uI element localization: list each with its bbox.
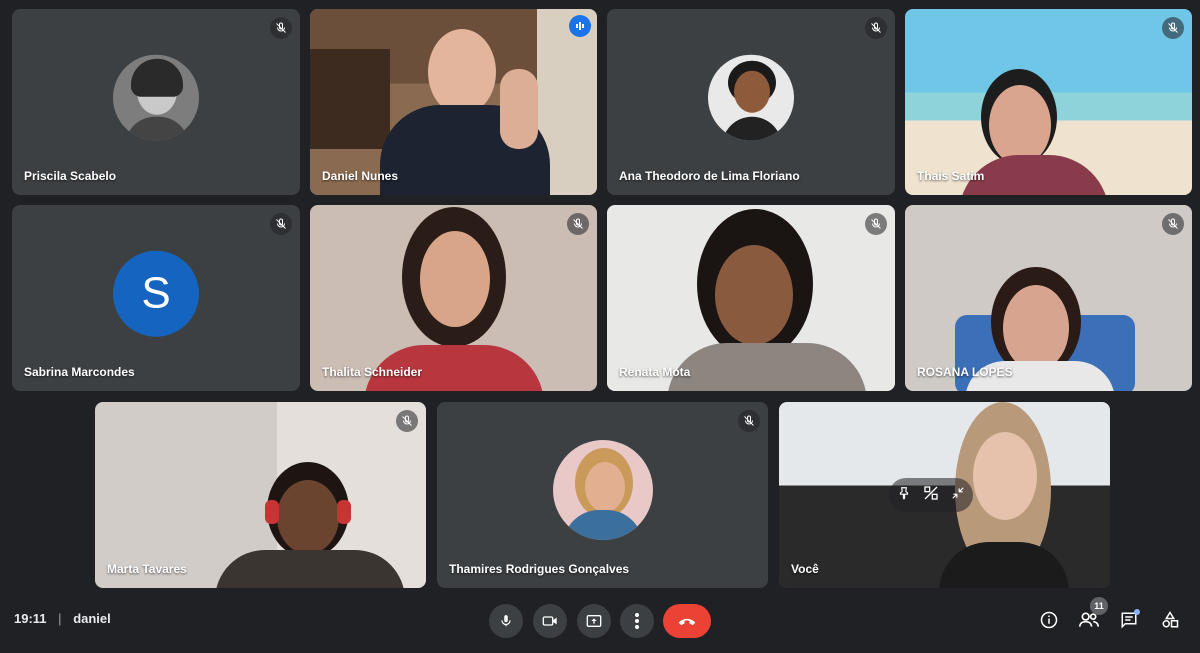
more-vertical-icon — [635, 613, 639, 629]
separator: | — [58, 611, 62, 626]
minimize-icon[interactable] — [951, 486, 965, 505]
participant-name: Renata Mota — [619, 365, 691, 379]
mic-off-icon — [270, 17, 292, 39]
activities-shapes-icon — [1162, 611, 1179, 628]
mic-off-icon — [865, 17, 887, 39]
bottom-toolbar: 19:11 | daniel 11 — [0, 591, 1200, 653]
meeting-info-button[interactable] — [1036, 607, 1062, 633]
speaking-indicator-icon — [569, 15, 591, 37]
participant-name: Thalita Schneider — [322, 365, 423, 379]
chat-button[interactable] — [1116, 607, 1142, 633]
participant-tile-ana[interactable]: Ana Theodoro de Lima Floriano — [607, 9, 895, 195]
participant-tile-thalita[interactable]: Thalita Schneider — [310, 205, 597, 391]
info-icon — [1040, 611, 1058, 629]
hang-up-icon — [678, 618, 696, 626]
participant-tile-rosana[interactable]: ROSANA LOPES — [905, 205, 1192, 391]
participant-name: ROSANA LOPES — [917, 365, 1013, 379]
participant-video — [905, 9, 1192, 195]
participant-name: Marta Tavares — [107, 562, 187, 576]
participant-video — [310, 9, 597, 195]
participant-video — [905, 205, 1192, 391]
participant-name: Daniel Nunes — [322, 169, 399, 183]
mic-off-icon — [396, 410, 418, 432]
mic-off-icon — [1162, 17, 1184, 39]
self-view-controls — [889, 478, 973, 512]
pin-icon[interactable] — [897, 486, 911, 505]
participants-button[interactable]: 11 — [1076, 597, 1108, 633]
unread-indicator — [1134, 609, 1140, 615]
participant-tile-sabrina[interactable]: S Sabrina Marcondes — [12, 205, 300, 391]
participant-name: Thamires Rodrigues Gonçalves — [449, 562, 630, 576]
mic-off-icon — [865, 213, 887, 235]
participant-count-badge: 11 — [1090, 597, 1108, 615]
camera-button[interactable] — [533, 604, 567, 638]
participant-video — [95, 402, 426, 588]
camera-icon — [542, 616, 557, 626]
mic-off-icon — [270, 213, 292, 235]
microphone-button[interactable] — [489, 604, 523, 638]
participant-tile-thais[interactable]: Thais Satim — [905, 9, 1192, 195]
participant-avatar-photo — [708, 54, 794, 141]
participant-name: Sabrina Marcondes — [24, 365, 135, 379]
mic-off-icon — [1162, 213, 1184, 235]
participant-tile-daniel[interactable]: Daniel Nunes — [310, 9, 597, 195]
participant-avatar-letter: S — [113, 250, 199, 337]
participant-tile-priscila[interactable]: Priscila Scabelo — [12, 9, 300, 195]
present-screen-button[interactable] — [577, 604, 611, 638]
participant-tile-self[interactable]: Você — [779, 402, 1110, 588]
participant-avatar-photo — [552, 440, 653, 540]
clock-time: 19:11 — [14, 611, 47, 626]
participant-name: Priscila Scabelo — [24, 169, 117, 183]
activities-button[interactable] — [1157, 607, 1183, 633]
more-options-button[interactable] — [620, 604, 654, 638]
mic-off-icon — [738, 410, 760, 432]
participant-tile-marta[interactable]: Marta Tavares — [95, 402, 426, 588]
participant-tile-thamires[interactable]: Thamires Rodrigues Gonçalves — [437, 402, 768, 588]
meeting-name: daniel — [73, 611, 111, 626]
participant-video — [310, 205, 597, 391]
participant-avatar-photo — [113, 54, 199, 141]
participant-video — [607, 205, 895, 391]
hide-self-view-icon[interactable] — [923, 485, 939, 506]
microphone-icon — [501, 615, 511, 627]
present-screen-icon — [586, 615, 602, 627]
leave-call-button[interactable] — [663, 604, 711, 638]
participant-name: Você — [791, 562, 819, 576]
meeting-details: 19:11 | daniel — [14, 611, 111, 626]
participant-name: Ana Theodoro de Lima Floriano — [619, 169, 800, 183]
participant-name: Thais Satim — [917, 169, 985, 183]
mic-off-icon — [567, 213, 589, 235]
participant-tile-renata[interactable]: Renata Mota — [607, 205, 895, 391]
